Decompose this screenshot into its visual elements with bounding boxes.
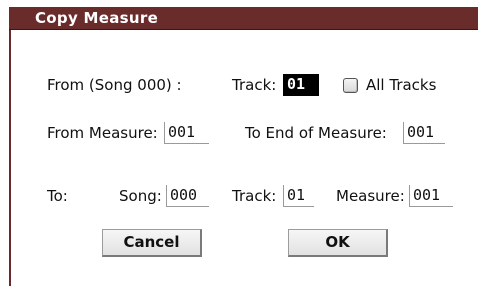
cancel-button[interactable]: Cancel [102, 229, 202, 257]
from-track-field[interactable]: 01 [283, 74, 319, 96]
from-measure-label: From Measure: [47, 124, 158, 142]
end-measure-field[interactable]: 001 [403, 122, 445, 144]
ok-button[interactable]: OK [288, 229, 388, 257]
to-measure-field[interactable]: 001 [409, 185, 453, 207]
all-tracks-label: All Tracks [366, 76, 437, 94]
from-track-label: Track: [232, 76, 277, 94]
to-track-label: Track: [232, 187, 277, 205]
dialog-title: Copy Measure [35, 9, 159, 27]
all-tracks-checkbox[interactable] [343, 78, 358, 93]
from-measure-field[interactable]: 001 [164, 122, 209, 144]
to-measure-label: Measure: [336, 187, 405, 205]
to-track-field[interactable]: 01 [283, 185, 314, 207]
dialog-titlebar: Copy Measure [9, 7, 478, 30]
copy-measure-dialog [9, 7, 476, 286]
to-song-label: Song: [119, 187, 162, 205]
from-song-label: From (Song 000) : [47, 76, 182, 94]
end-measure-label: To End of Measure: [245, 124, 387, 142]
to-label: To: [47, 187, 68, 205]
to-song-field[interactable]: 000 [166, 185, 209, 207]
